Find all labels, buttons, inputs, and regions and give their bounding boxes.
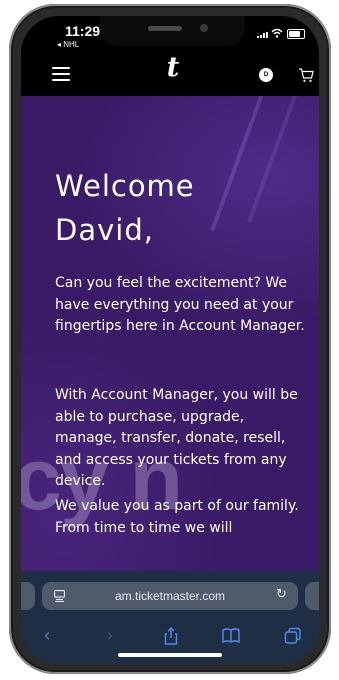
user-name: David, [55, 213, 154, 247]
bookmarks-icon[interactable] [221, 626, 241, 646]
intro-paragraph: Can you feel the excitement? We have eve… [55, 275, 305, 334]
signal-icon [257, 32, 268, 38]
value-paragraph: We value you as part of our family. From… [55, 498, 299, 536]
welcome-line: Welcome [55, 169, 195, 203]
menu-icon[interactable] [52, 67, 70, 81]
next-tab-peek[interactable] [305, 582, 319, 610]
url-text[interactable]: am.ticketmaster.com [82, 589, 258, 603]
tabs-icon[interactable] [283, 626, 303, 646]
page-content: cy n Welcome David, Can you feel the exc… [21, 96, 319, 571]
share-icon[interactable] [161, 626, 181, 646]
back-icon[interactable]: ‹ [37, 626, 57, 646]
reload-icon[interactable]: ↻ [276, 588, 290, 602]
wifi-icon [271, 28, 283, 38]
back-to-app-link[interactable]: ◂ NHL [57, 40, 79, 49]
status-time: 11:29 [65, 23, 101, 39]
browser-toolbar: am.ticketmaster.com ↻ ‹ › [21, 571, 319, 664]
front-camera [200, 24, 208, 32]
previous-tab-peek[interactable] [21, 582, 35, 610]
volume-up-button [15, 146, 20, 194]
mute-switch [15, 96, 20, 122]
notch [100, 16, 245, 46]
forward-icon[interactable]: › [100, 626, 120, 646]
features-paragraph: With Account Manager, you will be able t… [55, 387, 298, 489]
avatar-icon[interactable]: D [259, 68, 273, 82]
home-indicator [118, 653, 222, 657]
speaker [148, 26, 182, 31]
welcome-heading: Welcome David, [55, 164, 295, 252]
screen: 11:29 ◂ NHL t D cy n Welcome David, Can … [21, 16, 319, 664]
volume-down-button [15, 206, 20, 254]
cart-icon[interactable] [298, 67, 314, 83]
ticketmaster-logo[interactable]: t [163, 52, 183, 83]
address-bar[interactable]: am.ticketmaster.com ↻ [42, 582, 298, 610]
battery-icon [287, 29, 305, 39]
page-settings-icon[interactable] [54, 590, 65, 602]
